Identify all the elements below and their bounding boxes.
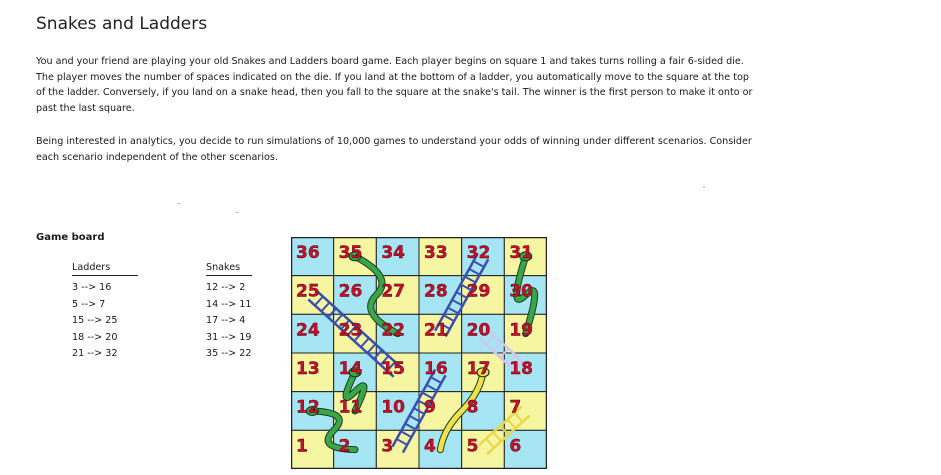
ladder-item: 5 --> 7 [72, 298, 106, 310]
square-number: 24 [296, 320, 320, 340]
square-number: 6 [509, 436, 521, 456]
square-number: 28 [424, 282, 448, 302]
square-number: 1 [296, 436, 308, 456]
square-number: 4 [424, 436, 436, 456]
ladder-item: 15 --> 25 [72, 315, 118, 326]
intro-paragraph: You and your friend are playing your old… [36, 56, 753, 114]
square-number: 10 [381, 398, 405, 418]
square-number: 17 [467, 359, 491, 379]
square-number: 25 [296, 282, 320, 302]
square-number: 20 [467, 320, 491, 340]
square-number: 19 [509, 320, 533, 340]
square-number: 12 [296, 398, 320, 418]
square-number: 18 [509, 359, 533, 379]
square-number: 14 [339, 359, 363, 379]
stray-mark [703, 187, 705, 188]
square-number: 16 [424, 359, 448, 379]
snake-item: 35 --> 22 [206, 348, 252, 359]
square-number: 34 [381, 243, 405, 263]
stray-mark [178, 203, 180, 204]
square-number: 15 [381, 359, 405, 379]
square-number: 26 [339, 282, 363, 302]
square-number: 3 [381, 436, 393, 456]
square-number: 30 [509, 282, 533, 302]
square-number: 33 [424, 243, 448, 263]
square-number: 31 [509, 243, 533, 263]
ladders-list: Ladders 3 --> 16 5 --> 7 15 --> 25 18 --… [72, 262, 138, 363]
snakes-list: Snakes 12 --> 2 14 --> 11 17 --> 4 31 --… [206, 262, 252, 363]
square-number: 36 [296, 243, 320, 263]
snake-item: 17 --> 4 [206, 315, 246, 326]
square-number: 22 [381, 320, 405, 340]
square-number: 29 [467, 282, 491, 302]
square-number: 9 [424, 398, 436, 418]
square-number: 21 [424, 320, 448, 340]
board-heading: Game board [36, 232, 105, 243]
game-board: 36 35 34 33 32 3125 26 27 28 29 3024 23 22 21 20 1913 14… [291, 237, 547, 469]
square-number: 27 [381, 282, 405, 302]
square-number: 5 [467, 436, 479, 456]
page-title: Snakes and Ladders [36, 14, 208, 34]
snakes-header: Snakes [206, 262, 252, 276]
snake-item: 12 --> 2 [206, 282, 246, 293]
scenario-paragraph: Being interested in analytics, you decid… [36, 136, 752, 163]
square-number: 2 [339, 436, 351, 456]
square-number: 11 [339, 398, 363, 418]
stray-mark [236, 212, 238, 213]
square-number: 8 [467, 398, 479, 418]
ladder-item: 18 --> 20 [72, 331, 118, 343]
ladder-item: 3 --> 16 [72, 282, 112, 293]
ladders-header: Ladders [72, 262, 138, 276]
square-number: 13 [296, 359, 320, 379]
square-number: 35 [339, 243, 363, 263]
snake-item: 14 --> 11 [206, 298, 252, 310]
square-number: 32 [467, 243, 491, 263]
square-number: 7 [509, 398, 521, 418]
snake-item: 31 --> 19 [206, 331, 252, 343]
ladder-item: 21 --> 32 [72, 348, 118, 359]
square-number: 23 [339, 320, 363, 340]
